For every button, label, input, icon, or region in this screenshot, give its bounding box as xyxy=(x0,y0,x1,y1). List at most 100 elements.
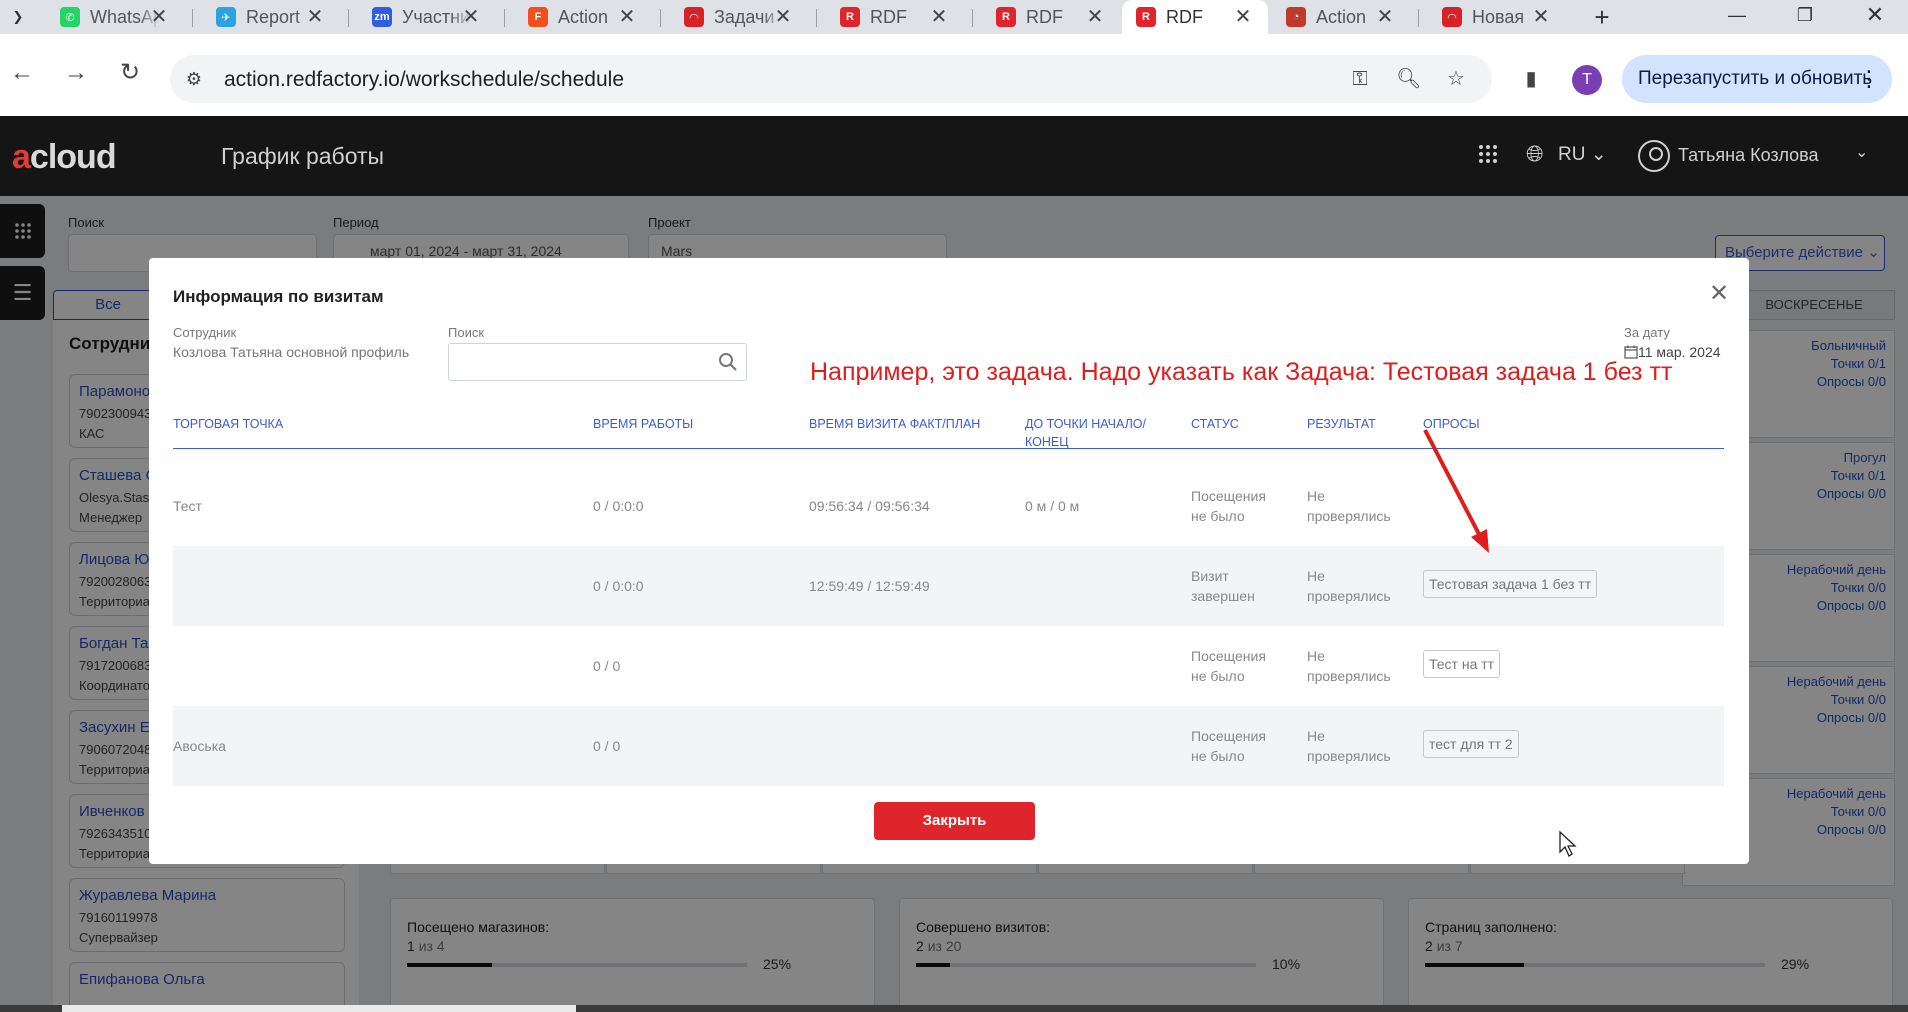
telegram-icon: ✈ xyxy=(216,7,236,27)
cell-visit-time: 09:56:34 / 09:56:34 xyxy=(809,498,930,514)
profile-avatar[interactable]: T xyxy=(1572,65,1602,95)
cell-work-time: 0 / 0 xyxy=(593,738,621,754)
zoom-magnifier-icon[interactable]: 🔍︎ xyxy=(1396,67,1421,91)
close-tab-icon[interactable]: ✕ xyxy=(1084,6,1106,28)
logo-text: cloud xyxy=(29,138,117,176)
restore-window-icon[interactable]: ❐ xyxy=(1776,0,1834,32)
site-settings-icon[interactable]: ⚙ xyxy=(182,67,206,91)
bookmark-star-icon[interactable]: ☆ xyxy=(1444,67,1468,91)
search-field[interactable] xyxy=(448,343,747,381)
tab-separator xyxy=(660,9,661,27)
acloud-logo[interactable]: acloud xyxy=(12,138,117,177)
taskbar-strip xyxy=(0,1005,1908,1012)
close-tab-icon[interactable]: ✕ xyxy=(460,6,482,28)
close-window-icon[interactable]: ✕ xyxy=(1846,0,1904,32)
close-tab-icon[interactable]: ✕ xyxy=(1374,6,1396,28)
rdf-logo-icon: R xyxy=(840,7,860,27)
close-icon[interactable]: ✕ xyxy=(1707,282,1731,306)
globe-icon[interactable]: 🌐︎ xyxy=(1526,142,1550,166)
browser-tab-report[interactable]: ✈ Report ✕ xyxy=(202,0,340,34)
language-value: RU xyxy=(1558,144,1586,165)
tab-separator xyxy=(972,9,973,27)
close-tab-icon[interactable]: ✕ xyxy=(772,6,794,28)
password-key-icon[interactable]: ⚿ xyxy=(1348,67,1372,91)
cell-status: Визит завершен xyxy=(1191,568,1255,604)
search-icon[interactable] xyxy=(718,352,738,372)
url-text[interactable]: action.redfactory.io/workschedule/schedu… xyxy=(224,68,624,92)
tab-separator xyxy=(192,9,193,27)
cell-result: Не проверялись xyxy=(1307,728,1391,764)
user-menu-chevron-icon[interactable]: ⌄ xyxy=(1855,142,1868,162)
close-tab-icon[interactable]: ✕ xyxy=(1232,6,1254,28)
relaunch-update-button[interactable]: Перезапустить и обновить ⋮ xyxy=(1622,55,1892,103)
column-header-to-point: До точки начало/ конец xyxy=(1025,417,1146,449)
new-tab-plus-icon[interactable]: + xyxy=(1588,3,1616,31)
column-header-result: Результат xyxy=(1307,417,1376,431)
cell-work-time: 0 / 0 xyxy=(593,658,621,674)
rdf-logo-icon: R xyxy=(996,7,1016,27)
cell-visit-time: 12:59:49 / 12:59:49 xyxy=(809,578,930,594)
close-tab-icon[interactable]: ✕ xyxy=(1530,6,1552,28)
search-label: Поиск xyxy=(448,325,485,340)
browser-tab-rdf-active[interactable]: R RDF ✕ xyxy=(1122,0,1268,34)
column-header-work-time: Время работы xyxy=(593,417,694,431)
cell-result: Не проверялись xyxy=(1307,488,1391,524)
calendar-icon xyxy=(1624,345,1638,359)
tab-separator xyxy=(816,9,817,27)
survey-tag[interactable]: Тест на тт xyxy=(1423,650,1501,678)
cell-point: Тест xyxy=(173,498,202,514)
rdf-logo-icon: R xyxy=(1136,7,1156,27)
cell-result: Не проверялись xyxy=(1307,648,1391,684)
side-panel-icon[interactable]: ▮ xyxy=(1518,67,1544,91)
browser-tab-tasks[interactable]: ◠ Задачи ✕ xyxy=(670,0,808,34)
browser-tab-action[interactable]: ◔ Action ✕ xyxy=(1272,0,1410,34)
tab-separator xyxy=(1418,9,1419,27)
close-tab-icon[interactable]: ✕ xyxy=(304,6,326,28)
table-row[interactable]: 0 / 0:0:0 12:59:49 / 12:59:49 Визит заве… xyxy=(173,546,1724,626)
user-name[interactable]: Татьяна Козлова xyxy=(1678,145,1819,166)
browser-tab-whatsapp[interactable]: ✆ WhatsApp ✕ xyxy=(46,0,184,34)
browser-tab-zoom[interactable]: zm Участники ✕ xyxy=(358,0,496,34)
user-avatar-icon[interactable] xyxy=(1638,140,1670,172)
zoom-icon: zm xyxy=(372,7,392,27)
survey-tag[interactable]: Тестовая задача 1 без тт xyxy=(1423,570,1598,598)
apps-grid-icon[interactable] xyxy=(1478,144,1500,166)
date-label: За дату xyxy=(1624,325,1670,340)
table-row[interactable]: 0 / 0 Посещения не было Не проверялись Т… xyxy=(173,626,1724,706)
cell-result: Не проверялись xyxy=(1307,568,1391,604)
column-header-status: Статус xyxy=(1191,417,1239,431)
gauge-icon: ◠ xyxy=(684,7,704,27)
browser-tab-new[interactable]: ◠ Новая ✕ xyxy=(1428,0,1566,34)
tab-label: RDF xyxy=(1166,6,1203,27)
address-bar[interactable]: ⚙ action.redfactory.io/workschedule/sche… xyxy=(170,55,1492,103)
chevron-down-icon: ⌄ xyxy=(1590,144,1607,165)
close-tab-icon[interactable]: ✕ xyxy=(616,6,638,28)
back-arrow-icon[interactable]: ← xyxy=(4,55,40,91)
cell-work-time: 0 / 0:0:0 xyxy=(593,578,644,594)
page-title: График работы xyxy=(221,143,385,169)
column-header-visit-time: Время визита факт/план xyxy=(809,417,981,431)
minimize-window-icon[interactable]: — xyxy=(1708,0,1766,32)
cell-status: Посещения не было xyxy=(1191,488,1266,524)
kebab-menu-icon[interactable]: ⋮ xyxy=(1858,55,1880,103)
reload-icon[interactable]: ↻ xyxy=(112,55,148,91)
modal-title: Информация по визитам xyxy=(173,287,384,306)
cell-to-point: 0 м / 0 м xyxy=(1025,498,1080,514)
browser-tab-rdf-1[interactable]: R RDF ✕ xyxy=(826,0,964,34)
browser-tab-figma[interactable]: F Action ✕ xyxy=(514,0,652,34)
visits-info-modal: Информация по визитам ✕ Сотрудник Козлов… xyxy=(149,258,1749,864)
forward-arrow-icon[interactable]: → xyxy=(58,55,94,91)
close-tab-icon[interactable]: ✕ xyxy=(148,6,170,28)
cell-work-time: 0 / 0:0:0 xyxy=(593,498,644,514)
tab-separator xyxy=(504,9,505,27)
table-row[interactable]: Авоська 0 / 0 Посещения не было Не прове… xyxy=(173,706,1724,786)
mouse-cursor-icon xyxy=(1559,830,1577,857)
language-select[interactable]: RU ⌄ xyxy=(1558,143,1607,166)
browser-tab-rdf-2[interactable]: R RDF ✕ xyxy=(982,0,1120,34)
column-header-point: Торговая точка xyxy=(173,417,284,431)
search-input[interactable] xyxy=(457,350,707,374)
survey-tag[interactable]: тест для тт 2 xyxy=(1423,730,1519,758)
close-tab-icon[interactable]: ✕ xyxy=(928,6,950,28)
tab-search-chevron-icon[interactable]: ❯ xyxy=(6,5,30,29)
close-button[interactable]: Закрыть xyxy=(874,802,1035,840)
